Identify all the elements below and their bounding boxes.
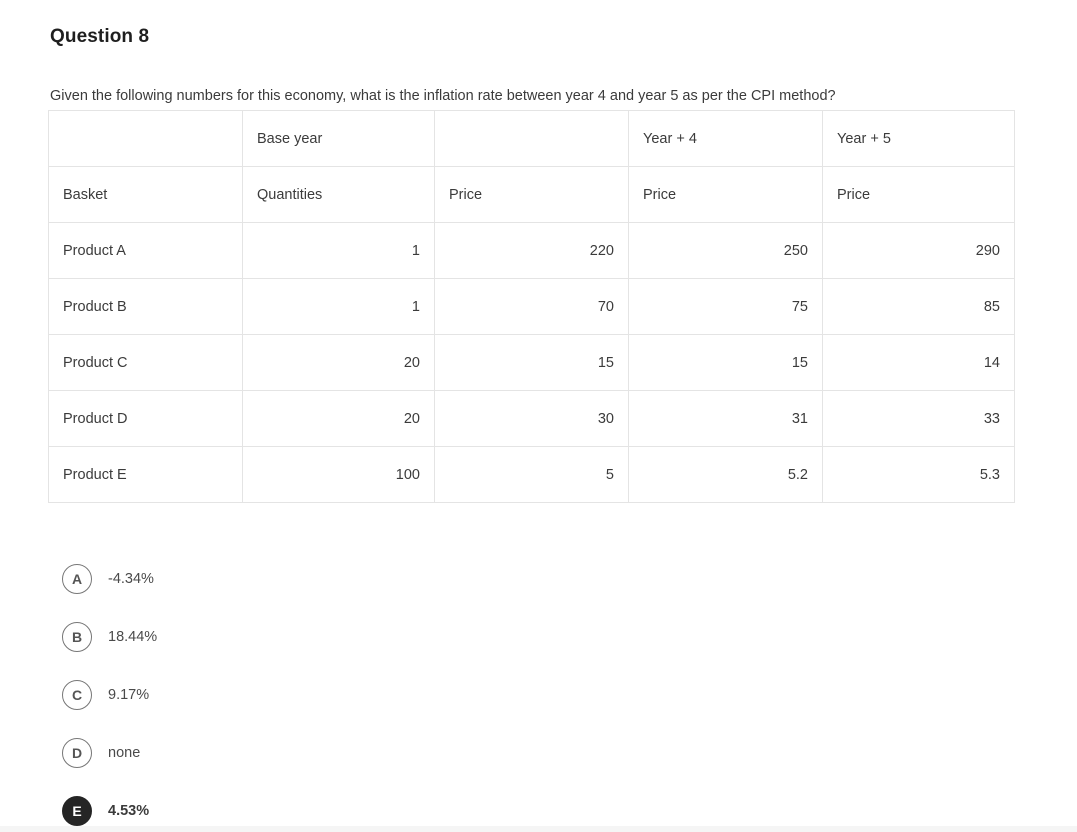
answer-option-c[interactable]: C 9.17% xyxy=(62,679,157,711)
cell-year4-price: 5.2 xyxy=(628,446,823,503)
table-row: Product E 100 5 5.2 5.3 xyxy=(48,446,1015,503)
bottom-divider xyxy=(0,826,1077,832)
cpi-table-container: Base year Year + 4 Year + 5 Basket Quant… xyxy=(48,110,1015,503)
cell-basket: Product B xyxy=(48,278,243,335)
header-basket: Basket xyxy=(48,166,243,223)
header-year-5: Year + 5 xyxy=(822,110,1015,167)
answer-option-b[interactable]: B 18.44% xyxy=(62,621,157,653)
cell-quantities: 1 xyxy=(242,222,435,279)
option-label-c: 9.17% xyxy=(108,687,150,703)
page-title: Question 8 xyxy=(50,26,150,47)
header-blank-2 xyxy=(434,110,629,167)
table-row: Product B 1 70 75 85 xyxy=(48,278,1015,335)
option-label-b: 18.44% xyxy=(108,629,158,645)
table-row: Product A 1 220 250 290 xyxy=(48,222,1015,279)
header-price-base: Price xyxy=(434,166,629,223)
option-letter-badge-e: E xyxy=(62,796,92,826)
header-price-year-5: Price xyxy=(822,166,1015,223)
cell-year4-price: 250 xyxy=(628,222,823,279)
cell-base-price: 220 xyxy=(434,222,629,279)
answer-options-list: A -4.34% B 18.44% C 9.17% D none E 4.53% xyxy=(62,563,157,827)
cell-year5-price: 85 xyxy=(822,278,1015,335)
table-header-row-years: Base year Year + 4 Year + 5 xyxy=(48,110,1015,167)
cell-base-price: 30 xyxy=(434,390,629,447)
cell-year5-price: 290 xyxy=(822,222,1015,279)
option-letter-badge-d: D xyxy=(62,738,92,768)
answer-option-d[interactable]: D none xyxy=(62,737,157,769)
answer-option-a[interactable]: A -4.34% xyxy=(62,563,157,595)
header-quantities: Quantities xyxy=(242,166,435,223)
table-row: Product D 20 30 31 33 xyxy=(48,390,1015,447)
cell-basket: Product A xyxy=(48,222,243,279)
option-label-d: none xyxy=(108,745,141,761)
option-letter-badge-c: C xyxy=(62,680,92,710)
cell-basket: Product C xyxy=(48,334,243,391)
cell-quantities: 20 xyxy=(242,390,435,447)
table-header-row-labels: Basket Quantities Price Price Price xyxy=(48,166,1015,223)
cell-year4-price: 75 xyxy=(628,278,823,335)
option-label-e: 4.53% xyxy=(108,803,150,819)
cell-basket: Product E xyxy=(48,446,243,503)
cell-year4-price: 15 xyxy=(628,334,823,391)
option-label-a: -4.34% xyxy=(108,571,154,587)
answer-option-e[interactable]: E 4.53% xyxy=(62,795,157,827)
question-prompt: Given the following numbers for this eco… xyxy=(50,88,836,104)
option-letter-badge-b: B xyxy=(62,622,92,652)
cell-base-price: 70 xyxy=(434,278,629,335)
cell-year4-price: 31 xyxy=(628,390,823,447)
cell-year5-price: 14 xyxy=(822,334,1015,391)
cell-year5-price: 33 xyxy=(822,390,1015,447)
cell-base-price: 5 xyxy=(434,446,629,503)
cell-base-price: 15 xyxy=(434,334,629,391)
table-row: Product C 20 15 15 14 xyxy=(48,334,1015,391)
cell-quantities: 1 xyxy=(242,278,435,335)
header-year-4: Year + 4 xyxy=(628,110,823,167)
cpi-data-table: Base year Year + 4 Year + 5 Basket Quant… xyxy=(48,110,1015,503)
header-price-year-4: Price xyxy=(628,166,823,223)
header-blank-1 xyxy=(48,110,243,167)
cell-year5-price: 5.3 xyxy=(822,446,1015,503)
header-base-year: Base year xyxy=(242,110,435,167)
cell-quantities: 100 xyxy=(242,446,435,503)
cell-basket: Product D xyxy=(48,390,243,447)
cell-quantities: 20 xyxy=(242,334,435,391)
question-page: Question 8 Given the following numbers f… xyxy=(0,0,1077,832)
option-letter-badge-a: A xyxy=(62,564,92,594)
